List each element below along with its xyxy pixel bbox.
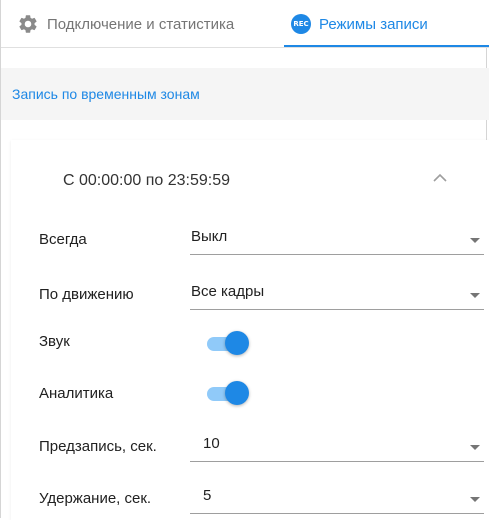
tab-label: Режимы записи <box>319 15 428 33</box>
toggle-thumb <box>225 331 249 355</box>
rec-badge-text: REC <box>291 14 311 34</box>
toggle-thumb <box>225 381 249 405</box>
dropdown-arrow-icon <box>470 238 480 243</box>
dropdown-arrow-icon <box>470 497 480 502</box>
prerecord-value: 10 <box>203 435 220 452</box>
settings-panel: Подключение и статистика REC Режимы запи… <box>0 0 489 520</box>
section-title: Запись по временным зонам <box>12 86 200 102</box>
prerecord-select[interactable]: 10 <box>190 433 484 462</box>
motion-select[interactable]: Все кадры <box>190 281 484 310</box>
sound-label: Звук <box>39 333 70 350</box>
hold-select[interactable]: 5 <box>190 485 484 514</box>
tab-recording-modes[interactable]: REC Режимы записи <box>291 0 428 48</box>
analytics-toggle[interactable] <box>205 380 249 406</box>
chevron-up-icon[interactable] <box>431 169 449 187</box>
prerecord-label: Предзапись, сек. <box>39 438 157 455</box>
tab-bar-divider <box>1 47 489 48</box>
schedule-time-range: С 00:00:00 по 23:59:59 <box>63 172 231 189</box>
hold-value: 5 <box>203 487 212 504</box>
tab-connection-stats[interactable]: Подключение и статистика <box>17 0 234 48</box>
rec-icon: REC <box>291 14 311 34</box>
analytics-label: Аналитика <box>39 385 114 402</box>
schedule-card <box>11 140 489 520</box>
motion-label: По движению <box>39 286 134 303</box>
tab-label: Подключение и статистика <box>47 15 235 33</box>
always-value: Выкл <box>191 228 228 245</box>
hold-label: Удержание, сек. <box>39 490 152 507</box>
motion-value: Все кадры <box>191 283 265 300</box>
dropdown-arrow-icon <box>470 293 480 298</box>
always-select[interactable]: Выкл <box>190 226 484 255</box>
sound-toggle[interactable] <box>205 330 249 356</box>
section-header: Запись по временным зонам <box>1 68 489 120</box>
dropdown-arrow-icon <box>470 445 480 450</box>
tab-bar: Подключение и статистика REC Режимы запи… <box>1 0 489 48</box>
gear-icon <box>17 13 39 35</box>
always-label: Всегда <box>39 231 87 248</box>
